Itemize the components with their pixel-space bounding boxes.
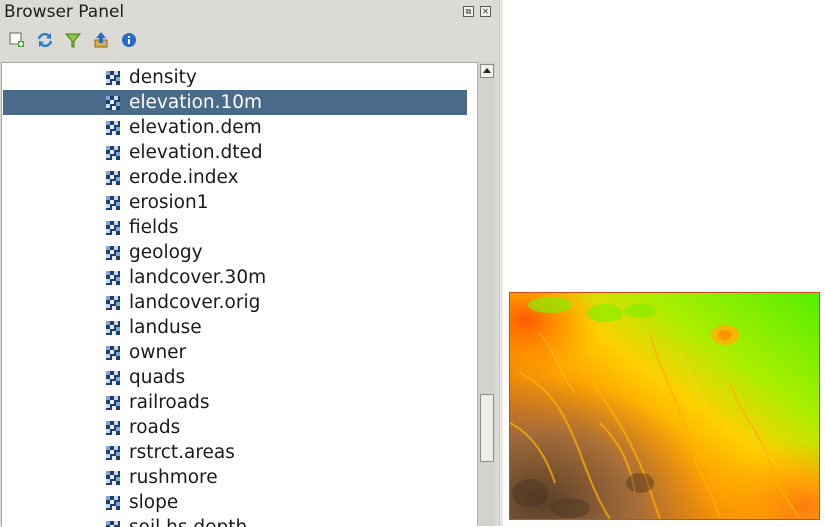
tree-item-label: landcover.30m bbox=[129, 267, 267, 288]
info-button[interactable] bbox=[120, 31, 138, 49]
tree-item-label: erode.index bbox=[129, 167, 239, 188]
raster-layer-icon bbox=[106, 320, 120, 335]
raster-layer-icon bbox=[106, 445, 120, 460]
panel-title: Browser Panel bbox=[4, 2, 125, 22]
tree-item-label: density bbox=[129, 67, 197, 88]
tree-item-label: quads bbox=[129, 367, 186, 388]
float-panel-button[interactable]: ⧉ bbox=[463, 6, 474, 17]
scroll-up-button[interactable] bbox=[480, 64, 494, 78]
map-canvas[interactable] bbox=[509, 292, 820, 520]
raster-layer-icon bbox=[106, 170, 120, 185]
tree-item[interactable]: fields bbox=[3, 215, 467, 240]
raster-layer-icon bbox=[106, 420, 120, 435]
tree-item-label: landcover.orig bbox=[129, 292, 261, 313]
raster-layer-icon bbox=[106, 295, 120, 310]
filter-button[interactable] bbox=[64, 31, 82, 49]
raster-layer-icon bbox=[106, 395, 120, 410]
raster-layer-icon bbox=[106, 270, 120, 285]
tree-item-label: soil.hs.depth bbox=[129, 515, 247, 527]
tree-item-label: elevation.dem bbox=[129, 117, 262, 138]
tree-item-label: elevation.dted bbox=[129, 142, 263, 163]
add-layer-button[interactable] bbox=[8, 31, 26, 49]
raster-layer-icon bbox=[106, 195, 120, 210]
tree-item[interactable]: elevation.10m bbox=[3, 90, 467, 115]
raster-layer-icon bbox=[106, 245, 120, 260]
tree-item[interactable]: rushmore bbox=[3, 465, 467, 490]
tree-item[interactable]: density bbox=[3, 65, 467, 90]
panel-splitter[interactable] bbox=[499, 0, 503, 526]
info-icon bbox=[122, 33, 136, 47]
tree-item[interactable]: landcover.30m bbox=[3, 265, 467, 290]
tree-item-label: landuse bbox=[129, 317, 202, 338]
raster-layer-icon bbox=[106, 120, 120, 135]
tree-item-label: erosion1 bbox=[129, 192, 209, 213]
collapse-all-button[interactable] bbox=[92, 31, 110, 49]
tree-scrollbar[interactable] bbox=[477, 62, 495, 526]
tree-item[interactable]: slope bbox=[3, 490, 467, 515]
raster-layer-icon bbox=[106, 220, 120, 235]
tree-item-label: railroads bbox=[129, 392, 210, 413]
tree-item[interactable]: erode.index bbox=[3, 165, 467, 190]
raster-layer-icon bbox=[106, 95, 120, 110]
refresh-button[interactable] bbox=[36, 31, 54, 49]
scroll-thumb[interactable] bbox=[480, 394, 494, 462]
raster-layer-icon bbox=[106, 70, 120, 85]
filter-icon bbox=[64, 33, 82, 48]
elevation-raster-image bbox=[510, 293, 819, 519]
browser-panel: Browser Panel ⧉ ✕ density elevation.10m … bbox=[0, 0, 499, 527]
tree-item-label: elevation.10m bbox=[129, 92, 263, 113]
tree-item[interactable]: railroads bbox=[3, 390, 467, 415]
browser-tree[interactable]: density elevation.10m elevation.dem elevati… bbox=[1, 62, 478, 527]
raster-layer-icon bbox=[106, 370, 120, 385]
tree-item[interactable]: owner bbox=[3, 340, 467, 365]
tree-item[interactable]: erosion1 bbox=[3, 190, 467, 215]
tree-item-label: roads bbox=[129, 417, 181, 438]
refresh-icon bbox=[37, 32, 53, 48]
tree-item[interactable]: roads bbox=[3, 415, 467, 440]
raster-layer-icon bbox=[106, 495, 120, 510]
tree-item-label: geology bbox=[129, 242, 203, 263]
tree-item[interactable]: soil.hs.depth bbox=[3, 515, 467, 527]
tree-item[interactable]: landuse bbox=[3, 315, 467, 340]
add-layer-icon bbox=[9, 32, 24, 47]
tree-item-label: fields bbox=[129, 217, 179, 238]
tree-item-label: slope bbox=[129, 492, 179, 513]
tree-item[interactable]: quads bbox=[3, 365, 467, 390]
tree-item[interactable]: rstrct.areas bbox=[3, 440, 467, 465]
tree-item-label: rstrct.areas bbox=[129, 442, 235, 463]
raster-layer-icon bbox=[106, 345, 120, 360]
collapse-all-icon bbox=[94, 32, 108, 48]
tree-item[interactable]: elevation.dem bbox=[3, 115, 467, 140]
tree-item-label: rushmore bbox=[129, 467, 218, 488]
raster-layer-icon bbox=[106, 470, 120, 485]
tree-item[interactable]: elevation.dted bbox=[3, 140, 467, 165]
close-panel-button[interactable]: ✕ bbox=[480, 6, 491, 17]
tree-item[interactable]: geology bbox=[3, 240, 467, 265]
tree-item[interactable]: landcover.orig bbox=[3, 290, 467, 315]
tree-item-label: owner bbox=[129, 342, 187, 363]
raster-layer-icon bbox=[106, 145, 120, 160]
